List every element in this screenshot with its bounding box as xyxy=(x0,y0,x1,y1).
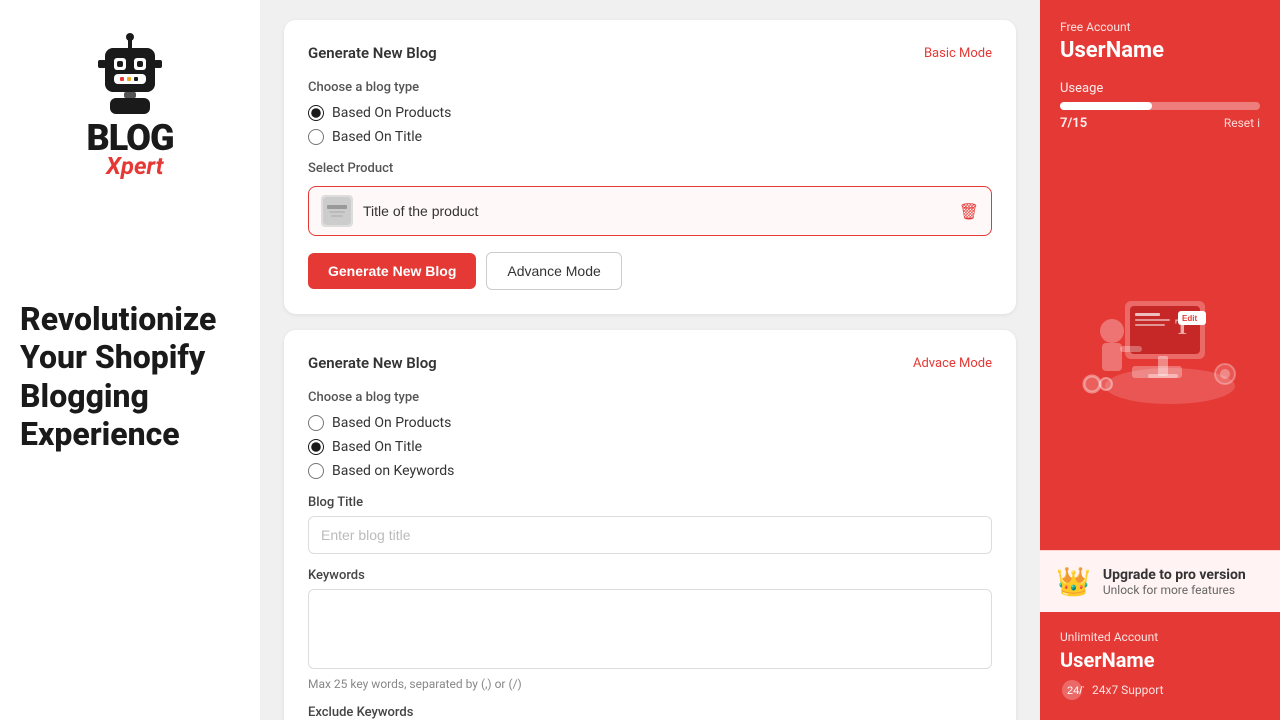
radio2-based-on-title[interactable]: Based On Title xyxy=(308,439,992,455)
main-content: Generate New Blog Basic Mode Choose a bl… xyxy=(260,0,1040,720)
upgrade-sub: Unlock for more features xyxy=(1103,583,1246,597)
card1-actions: Generate New Blog Advance Mode xyxy=(308,252,992,290)
svg-text:Edit: Edit xyxy=(1182,314,1197,323)
radio2-keywords-input[interactable] xyxy=(308,463,324,479)
logo-container: BLOG Xpert xyxy=(86,30,173,180)
unlimited-username: UserName xyxy=(1060,648,1260,672)
usage-current-display: 7/15 xyxy=(1060,116,1087,131)
card2-blog-type-label: Choose a blog type xyxy=(308,390,992,405)
card1-title: Generate New Blog xyxy=(308,44,437,62)
radio-products-label: Based On Products xyxy=(332,105,451,121)
tagline-text: Revolutionize Your Shopify Blogging Expe… xyxy=(20,300,240,454)
support-row: 24/7 24x7 Support xyxy=(1060,678,1260,702)
card2-header: Generate New Blog Advace Mode xyxy=(308,354,992,372)
radio-based-on-title[interactable]: Based On Title xyxy=(308,129,992,145)
radio2-products-label: Based On Products xyxy=(332,415,451,431)
keywords-textarea[interactable] xyxy=(308,589,992,669)
card1-header: Generate New Blog Basic Mode xyxy=(308,44,992,62)
card-advance-mode: Generate New Blog Advace Mode Choose a b… xyxy=(284,330,1016,720)
illustration-area: T Edit xyxy=(1060,141,1260,530)
radio-based-on-products[interactable]: Based On Products xyxy=(308,105,992,121)
card1-blog-type-label: Choose a blog type xyxy=(308,80,992,95)
basic-mode-link[interactable]: Basic Mode xyxy=(924,46,992,61)
unlimited-label: Unlimited Account xyxy=(1060,630,1260,644)
support-icon: 24/7 xyxy=(1060,678,1084,702)
usage-count: 7/15 xyxy=(1060,116,1087,131)
product-thumbnail xyxy=(321,195,353,227)
radio-products-input[interactable] xyxy=(308,105,324,121)
username-display: UserName xyxy=(1060,38,1260,63)
usage-numbers: 7/15 Reset i xyxy=(1060,116,1260,131)
exclude-keywords-label: Exclude Keywords xyxy=(308,705,992,720)
exclude-keywords-group: Exclude Keywords xyxy=(308,705,992,720)
logo-blog-text: BLOG xyxy=(86,120,173,156)
usage-label: Useage xyxy=(1060,81,1260,96)
upgrade-banner[interactable]: 👑 Upgrade to pro version Unlock for more… xyxy=(1040,550,1280,612)
robot-logo-icon xyxy=(90,30,170,120)
card2-radio-group: Based On Products Based On Title Based o… xyxy=(308,415,992,479)
right-panel: Free Account UserName Useage 7/15 Reset … xyxy=(1040,0,1280,720)
generate-blog-button[interactable]: Generate New Blog xyxy=(308,253,476,289)
product-title-input[interactable] xyxy=(363,203,959,219)
blog-title-group: Blog Title xyxy=(308,495,992,554)
product-thumb-icon xyxy=(323,197,351,225)
unlimited-account-card: Unlimited Account UserName 24/7 24x7 Sup… xyxy=(1040,612,1280,720)
blog-title-label: Blog Title xyxy=(308,495,992,510)
delete-product-icon[interactable]: 🗑 xyxy=(959,202,979,221)
support-label: 24x7 Support xyxy=(1092,683,1164,697)
crown-icon: 👑 xyxy=(1056,565,1091,598)
sidebar: BLOG Xpert Revolutionize Your Shopify Bl… xyxy=(0,0,260,720)
radio2-title-label: Based On Title xyxy=(332,439,422,455)
advance-mode-button[interactable]: Advance Mode xyxy=(486,252,621,290)
desk-illustration: T Edit xyxy=(1070,256,1250,416)
radio-title-label: Based On Title xyxy=(332,129,422,145)
radio-title-input[interactable] xyxy=(308,129,324,145)
free-account-card: Free Account UserName Useage 7/15 Reset … xyxy=(1040,0,1280,550)
blog-title-input[interactable] xyxy=(308,516,992,554)
logo-xpert-text: Xpert xyxy=(106,152,163,180)
product-selector[interactable]: 🗑 xyxy=(308,186,992,236)
radio2-title-input[interactable] xyxy=(308,439,324,455)
upgrade-text-wrap: Upgrade to pro version Unlock for more f… xyxy=(1103,567,1246,597)
radio2-based-on-products[interactable]: Based On Products xyxy=(308,415,992,431)
svg-text:24/7: 24/7 xyxy=(1067,685,1084,697)
select-product-label: Select Product xyxy=(308,161,992,176)
advance-mode-link[interactable]: Advace Mode xyxy=(913,356,992,371)
upgrade-title: Upgrade to pro version xyxy=(1103,567,1246,583)
usage-progress-fill xyxy=(1060,102,1152,110)
radio2-keywords-label: Based on Keywords xyxy=(332,463,454,479)
radio2-products-input[interactable] xyxy=(308,415,324,431)
keywords-label: Keywords xyxy=(308,568,992,583)
usage-progress-bg xyxy=(1060,102,1260,110)
reset-link[interactable]: Reset i xyxy=(1224,116,1260,131)
keywords-hint: Max 25 key words, separated by (,) or (/… xyxy=(308,677,992,691)
keywords-group: Keywords Max 25 key words, separated by … xyxy=(308,568,992,691)
free-account-label: Free Account xyxy=(1060,20,1260,34)
card1-radio-group: Based On Products Based On Title xyxy=(308,105,992,145)
radio2-based-on-keywords[interactable]: Based on Keywords xyxy=(308,463,992,479)
card-basic-mode: Generate New Blog Basic Mode Choose a bl… xyxy=(284,20,1016,314)
card2-title: Generate New Blog xyxy=(308,354,437,372)
